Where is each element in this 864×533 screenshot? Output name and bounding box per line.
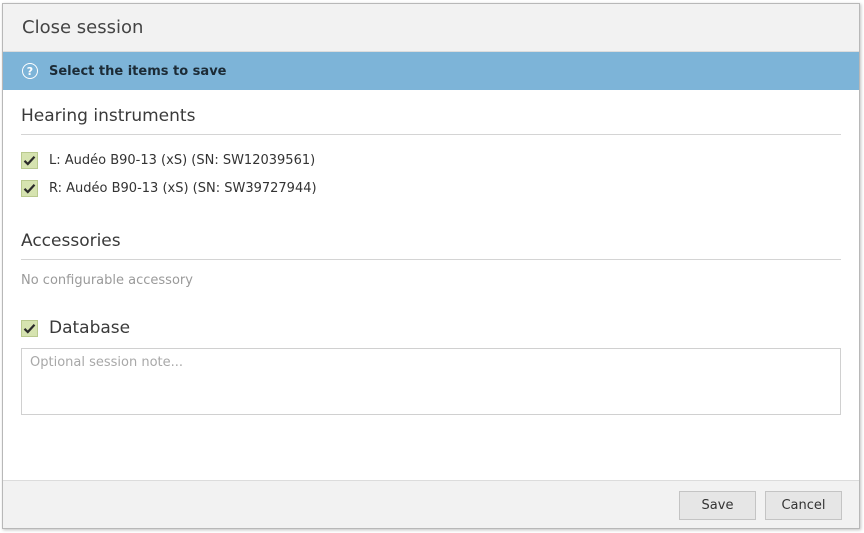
- accessories-empty-text: No configurable accessory: [21, 273, 193, 288]
- close-session-dialog: Close session ? Select the items to save…: [2, 3, 860, 529]
- checkmark-icon: [23, 323, 36, 334]
- dialog-content: Hearing instruments L: Audéo B90-13 (xS)…: [3, 106, 859, 415]
- hearing-instrument-right-label: R: Audéo B90-13 (xS) (SN: SW39727944): [49, 180, 317, 196]
- hearing-instrument-left-row[interactable]: L: Audéo B90-13 (xS) (SN: SW12039561): [21, 146, 841, 174]
- hearing-instruments-list: L: Audéo B90-13 (xS) (SN: SW12039561) R:…: [21, 146, 841, 202]
- dialog-title: Close session: [22, 17, 144, 38]
- hearing-instrument-left-label: L: Audéo B90-13 (xS) (SN: SW12039561): [49, 152, 316, 168]
- dialog-titlebar: Close session: [3, 4, 859, 52]
- hearing-instrument-left-checkbox[interactable]: [21, 151, 38, 169]
- database-checkbox[interactable]: [21, 319, 38, 337]
- checkmark-icon: [23, 155, 36, 166]
- dialog-footer: Save Cancel: [3, 480, 859, 528]
- cancel-button[interactable]: Cancel: [765, 491, 842, 520]
- hearing-instruments-heading: Hearing instruments: [21, 106, 841, 135]
- database-label: Database: [49, 318, 131, 338]
- checkmark-icon: [23, 183, 36, 194]
- session-note-input[interactable]: [21, 348, 841, 415]
- save-button[interactable]: Save: [679, 491, 756, 520]
- info-bar: ? Select the items to save: [3, 52, 859, 90]
- question-circle-icon: ?: [22, 63, 38, 79]
- hearing-instrument-right-row[interactable]: R: Audéo B90-13 (xS) (SN: SW39727944): [21, 174, 841, 202]
- hearing-instrument-right-checkbox[interactable]: [21, 179, 38, 197]
- accessories-heading: Accessories: [21, 231, 841, 260]
- info-message: Select the items to save: [49, 63, 227, 79]
- database-row[interactable]: Database: [21, 313, 841, 343]
